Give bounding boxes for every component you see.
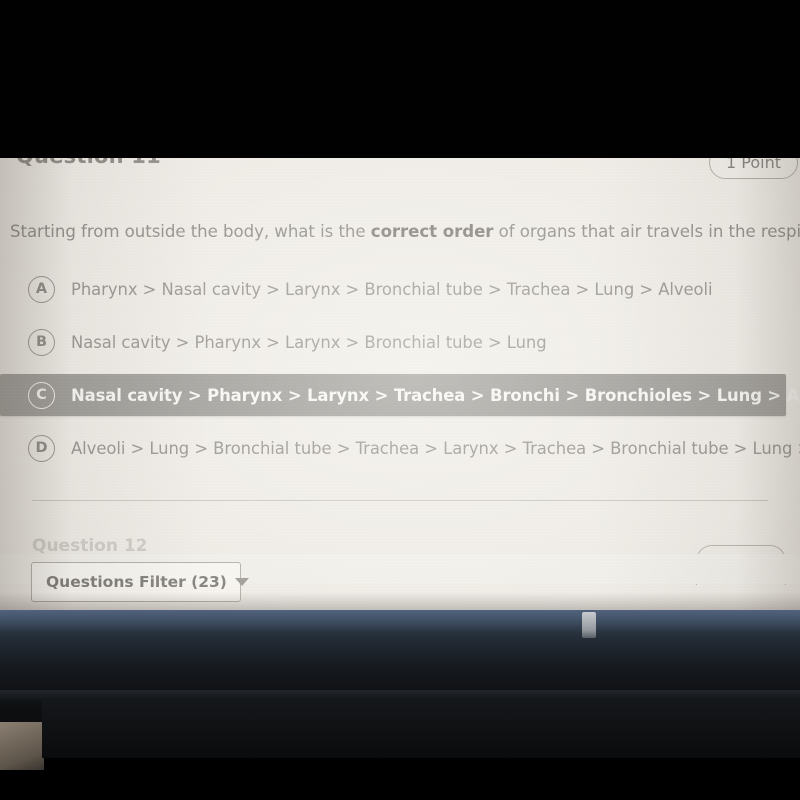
points-badge: 1 Point bbox=[709, 158, 798, 179]
prompt-segment-trailing: of organs that air travels in the respir… bbox=[498, 222, 800, 241]
answer-option-d[interactable]: D Alveoli > Lung > Bronchial tube > Trac… bbox=[0, 427, 800, 469]
next-question-number-label: Question 12 bbox=[32, 536, 148, 556]
option-text-a: Pharynx > Nasal cavity > Larynx > Bronch… bbox=[71, 279, 713, 299]
question-divider bbox=[32, 500, 768, 501]
option-letter-c: C bbox=[28, 381, 55, 409]
option-text-c: Nasal cavity > Pharynx > Larynx > Trache… bbox=[71, 385, 800, 405]
screen-edge-shadow bbox=[0, 592, 800, 610]
option-letter-a: A bbox=[28, 275, 55, 303]
answer-option-a[interactable]: A Pharynx > Nasal cavity > Larynx > Bron… bbox=[0, 268, 800, 310]
keyboard-deck bbox=[42, 700, 800, 758]
bezel-sheen bbox=[0, 610, 800, 632]
answer-option-c-selected[interactable]: C Nasal cavity > Pharynx > Larynx > Trac… bbox=[0, 374, 800, 416]
photograph-of-laptop-screen: Question 11 1 Point Starting from outsid… bbox=[0, 0, 800, 800]
question-header: Question 11 1 Point bbox=[16, 158, 798, 186]
answer-options-list: A Pharynx > Nasal cavity > Larynx > Bron… bbox=[0, 268, 800, 480]
desk-surface bbox=[0, 722, 44, 772]
answer-option-b[interactable]: B Nasal cavity > Pharynx > Larynx > Bron… bbox=[0, 321, 800, 363]
prompt-segment-leading: Starting from outside the body, what is … bbox=[10, 222, 371, 241]
question-number-label: Question 11 bbox=[16, 158, 161, 168]
option-letter-d: D bbox=[28, 434, 55, 462]
bezel-highlight-nub bbox=[582, 612, 596, 638]
option-letter-b: B bbox=[28, 328, 55, 356]
photo-letterbox-top bbox=[0, 0, 800, 158]
prompt-emphasis: correct order bbox=[370, 222, 494, 241]
option-text-b: Nasal cavity > Pharynx > Larynx > Bronch… bbox=[71, 332, 547, 352]
question-prompt: Starting from outside the body, what is … bbox=[10, 220, 800, 244]
option-text-d: Alveoli > Lung > Bronchial tube > Trache… bbox=[71, 438, 800, 458]
photo-letterbox-bottom bbox=[0, 770, 800, 800]
chevron-down-icon bbox=[234, 578, 249, 586]
quiz-screen: Question 11 1 Point Starting from outsid… bbox=[0, 158, 800, 610]
questions-filter-label: Questions Filter (23) bbox=[46, 573, 227, 591]
